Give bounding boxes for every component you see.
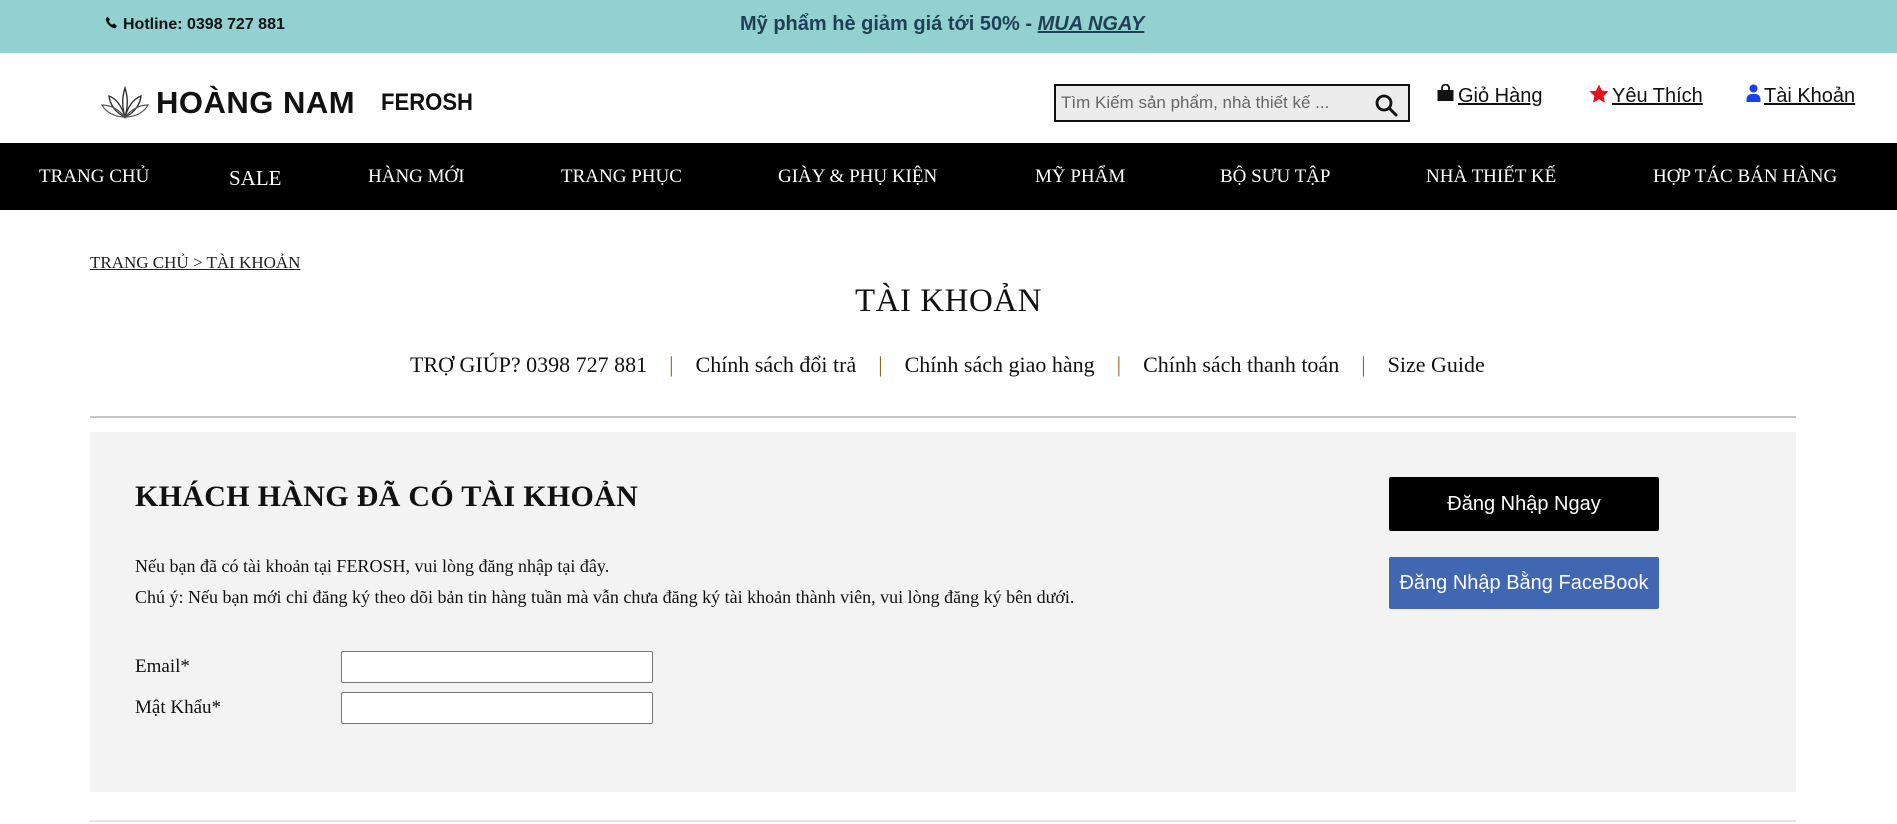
user-icon <box>1746 84 1761 108</box>
account-link[interactable]: Tài Khoản <box>1746 84 1855 108</box>
page-title: TÀI KHOẢN <box>855 283 1042 319</box>
brand-subname: FEROSH <box>381 89 474 116</box>
hotline[interactable]: Hotline: 0398 727 881 <box>105 16 285 34</box>
wishlist-label: Yêu Thích <box>1612 85 1703 107</box>
wishlist-link[interactable]: Yêu Thích <box>1589 84 1703 109</box>
size-guide-link[interactable]: Size Guide <box>1388 352 1485 378</box>
nav-item-clothing[interactable]: TRANG PHỤC <box>561 143 682 210</box>
nav-item-shoes-accessories[interactable]: GIÀY & PHỤ KIỆN <box>778 143 937 210</box>
search-icon[interactable] <box>1374 93 1398 117</box>
divider <box>90 820 1796 822</box>
cart-label: Giỏ Hàng <box>1458 84 1543 107</box>
hotline-text: Hotline: 0398 727 881 <box>123 16 285 33</box>
search-input[interactable] <box>1059 92 1363 114</box>
login-intro: Nếu bạn đã có tài khoản tại FEROSH, vui … <box>135 556 610 576</box>
payment-policy-link[interactable]: Chính sách thanh toán <box>1143 352 1339 378</box>
returns-policy-link[interactable]: Chính sách đổi trả <box>696 352 857 378</box>
divider <box>90 416 1796 418</box>
nav-item-cosmetics[interactable]: MỸ PHẨM <box>1035 143 1125 210</box>
brand-name: HOÀNG NAM <box>156 85 356 120</box>
nav-item-collections[interactable]: BỘ SƯU TẬP <box>1220 143 1330 210</box>
login-panel: KHÁCH HÀNG ĐÃ CÓ TÀI KHOẢN Nếu bạn đã có… <box>90 432 1796 792</box>
nav-item-partnership[interactable]: HỢP TÁC BÁN HÀNG <box>1653 143 1837 210</box>
password-label: Mật Khẩu* <box>135 697 222 718</box>
separator: | <box>878 352 883 377</box>
promo-banner: Mỹ phẩm hè giảm giá tới 50% - MUA NGAY <box>740 13 1144 36</box>
shipping-policy-link[interactable]: Chính sách giao hàng <box>905 352 1095 378</box>
cart-link[interactable]: Giỏ Hàng <box>1436 83 1543 108</box>
phone-icon <box>105 16 118 34</box>
facebook-login-button[interactable]: Đăng Nhập Bằng FaceBook <box>1389 557 1659 609</box>
main-nav: TRANG CHỦ SALE HÀNG MỚI TRANG PHỤC GIÀY … <box>0 143 1897 210</box>
promo-shop-now-link[interactable]: MUA NGAY <box>1038 13 1145 35</box>
nav-item-sale[interactable]: SALE <box>229 145 282 212</box>
email-label: Email* <box>135 656 190 677</box>
promo-text: Mỹ phẩm hè giảm giá tới 50% - <box>740 13 1038 35</box>
lotus-logo-icon <box>100 83 150 123</box>
shopping-bag-icon <box>1436 83 1455 108</box>
nav-item-new-arrivals[interactable]: HÀNG MỚI <box>368 143 465 210</box>
star-icon <box>1589 84 1609 109</box>
login-button[interactable]: Đăng Nhập Ngay <box>1389 477 1659 531</box>
separator: | <box>1361 352 1366 377</box>
breadcrumb[interactable]: TRANG CHỦ > TÀI KHOẢN <box>90 253 300 273</box>
nav-item-home[interactable]: TRANG CHỦ <box>39 143 149 210</box>
search-box <box>1054 84 1410 122</box>
help-links: TRỢ GIÚP? 0398 727 881 | Chính sách đổi … <box>410 352 1485 378</box>
help-phone: TRỢ GIÚP? 0398 727 881 <box>410 352 648 377</box>
announcement-bar: Hotline: 0398 727 881 Mỹ phẩm hè giảm gi… <box>0 0 1897 53</box>
password-field[interactable] <box>341 692 653 724</box>
nav-item-designers[interactable]: NHÀ THIẾT KẾ <box>1426 143 1556 210</box>
login-note: Chú ý: Nếu bạn mới chỉ đăng ký theo dõi … <box>135 587 1075 607</box>
login-title: KHÁCH HÀNG ĐÃ CÓ TÀI KHOẢN <box>135 480 639 513</box>
account-label: Tài Khoản <box>1764 84 1856 107</box>
site-logo[interactable]: HOÀNG NAM FEROSH <box>100 83 481 123</box>
separator: | <box>1116 352 1122 377</box>
separator: | <box>669 352 674 377</box>
email-field[interactable] <box>341 651 653 683</box>
